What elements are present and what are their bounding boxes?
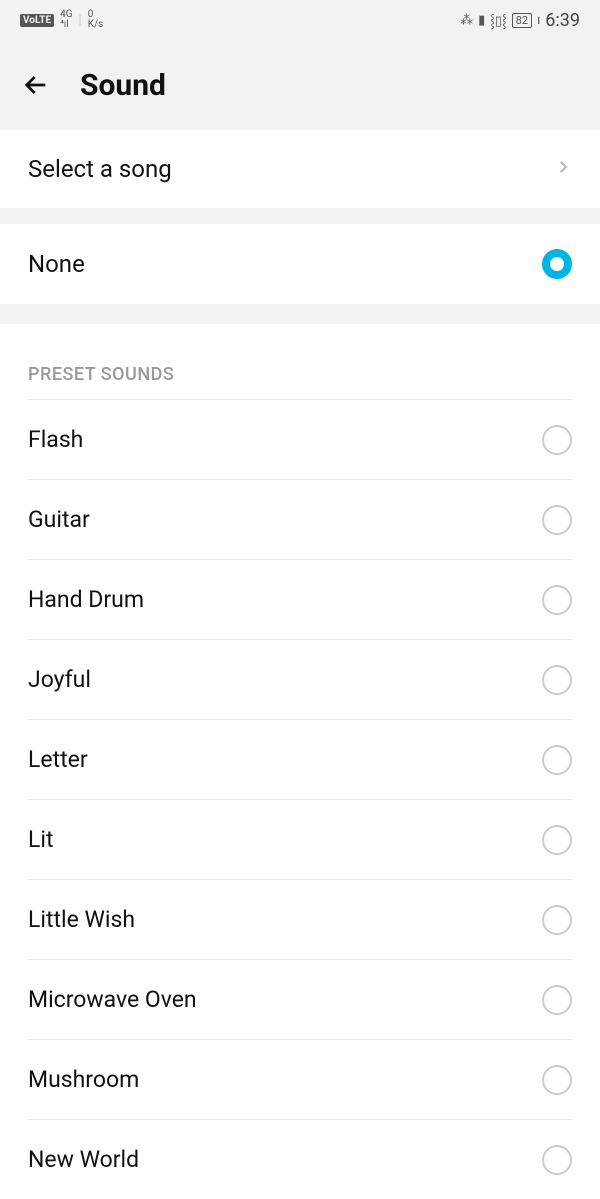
back-button[interactable] xyxy=(16,65,56,105)
preset-sounds-list: Flash Guitar Hand Drum Joyful Letter Lit Littl… xyxy=(0,399,600,1199)
radio-unselected-icon xyxy=(542,1065,572,1095)
vibrate-icon: ⸾▯⸾ xyxy=(490,11,506,29)
preset-item-label: Little Wish xyxy=(28,906,135,933)
radio-unselected-icon xyxy=(542,505,572,535)
volte-indicator: VoLTE xyxy=(20,14,54,27)
battery-full-icon: ▮ xyxy=(478,13,485,28)
none-option-row[interactable]: None xyxy=(0,224,600,304)
radio-unselected-icon xyxy=(542,665,572,695)
bluetooth-icon: ⁂ xyxy=(460,13,473,28)
chevron-right-icon xyxy=(554,158,572,180)
preset-item[interactable]: Flash xyxy=(28,399,572,479)
radio-unselected-icon xyxy=(542,585,572,615)
battery-level: 82 xyxy=(512,13,532,28)
none-option-label: None xyxy=(28,250,85,278)
status-right: ⁂ ▮ ⸾▯⸾ 82 ı 6:39 xyxy=(460,10,580,31)
preset-sounds-section: PRESET SOUNDS Flash Guitar Hand Drum Joyful… xyxy=(0,324,600,1199)
preset-item[interactable]: New World xyxy=(28,1119,572,1199)
preset-item-label: Joyful xyxy=(28,666,91,693)
preset-item-label: Hand Drum xyxy=(28,586,144,613)
clock: 6:39 xyxy=(545,10,580,31)
preset-item-label: New World xyxy=(28,1146,139,1173)
preset-item-label: Guitar xyxy=(28,506,90,533)
signal-indicator: 4G⁴ıl xyxy=(60,10,72,30)
radio-unselected-icon xyxy=(542,1145,572,1175)
radio-unselected-icon xyxy=(542,425,572,455)
radio-unselected-icon xyxy=(542,745,572,775)
preset-item-label: Lit xyxy=(28,826,54,853)
status-left: VoLTE 4G⁴ıl | 0 K/s xyxy=(20,10,103,30)
preset-sounds-header: PRESET SOUNDS xyxy=(0,364,600,399)
preset-item[interactable]: Microwave Oven xyxy=(28,959,572,1039)
preset-item[interactable]: Mushroom xyxy=(28,1039,572,1119)
preset-item[interactable]: Little Wish xyxy=(28,879,572,959)
select-song-label: Select a song xyxy=(28,155,172,183)
preset-item-label: Flash xyxy=(28,426,83,453)
radio-unselected-icon xyxy=(542,905,572,935)
preset-item-label: Mushroom xyxy=(28,1066,139,1093)
back-arrow-icon xyxy=(20,69,52,101)
page-title: Sound xyxy=(80,68,166,103)
preset-item[interactable]: Hand Drum xyxy=(28,559,572,639)
preset-item[interactable]: Joyful xyxy=(28,639,572,719)
radio-selected-icon xyxy=(542,249,572,279)
preset-item-label: Letter xyxy=(28,746,88,773)
preset-item[interactable]: Letter xyxy=(28,719,572,799)
radio-unselected-icon xyxy=(542,825,572,855)
preset-item[interactable]: Lit xyxy=(28,799,572,879)
select-song-row[interactable]: Select a song xyxy=(0,130,600,208)
radio-unselected-icon xyxy=(542,985,572,1015)
app-header: Sound xyxy=(0,40,600,130)
preset-item[interactable]: Guitar xyxy=(28,479,572,559)
status-bar: VoLTE 4G⁴ıl | 0 K/s ⁂ ▮ ⸾▯⸾ 82 ı 6:39 xyxy=(0,0,600,40)
preset-item-label: Microwave Oven xyxy=(28,986,197,1013)
battery-tip: ı xyxy=(537,13,540,28)
network-speed: 0 K/s xyxy=(88,10,104,30)
